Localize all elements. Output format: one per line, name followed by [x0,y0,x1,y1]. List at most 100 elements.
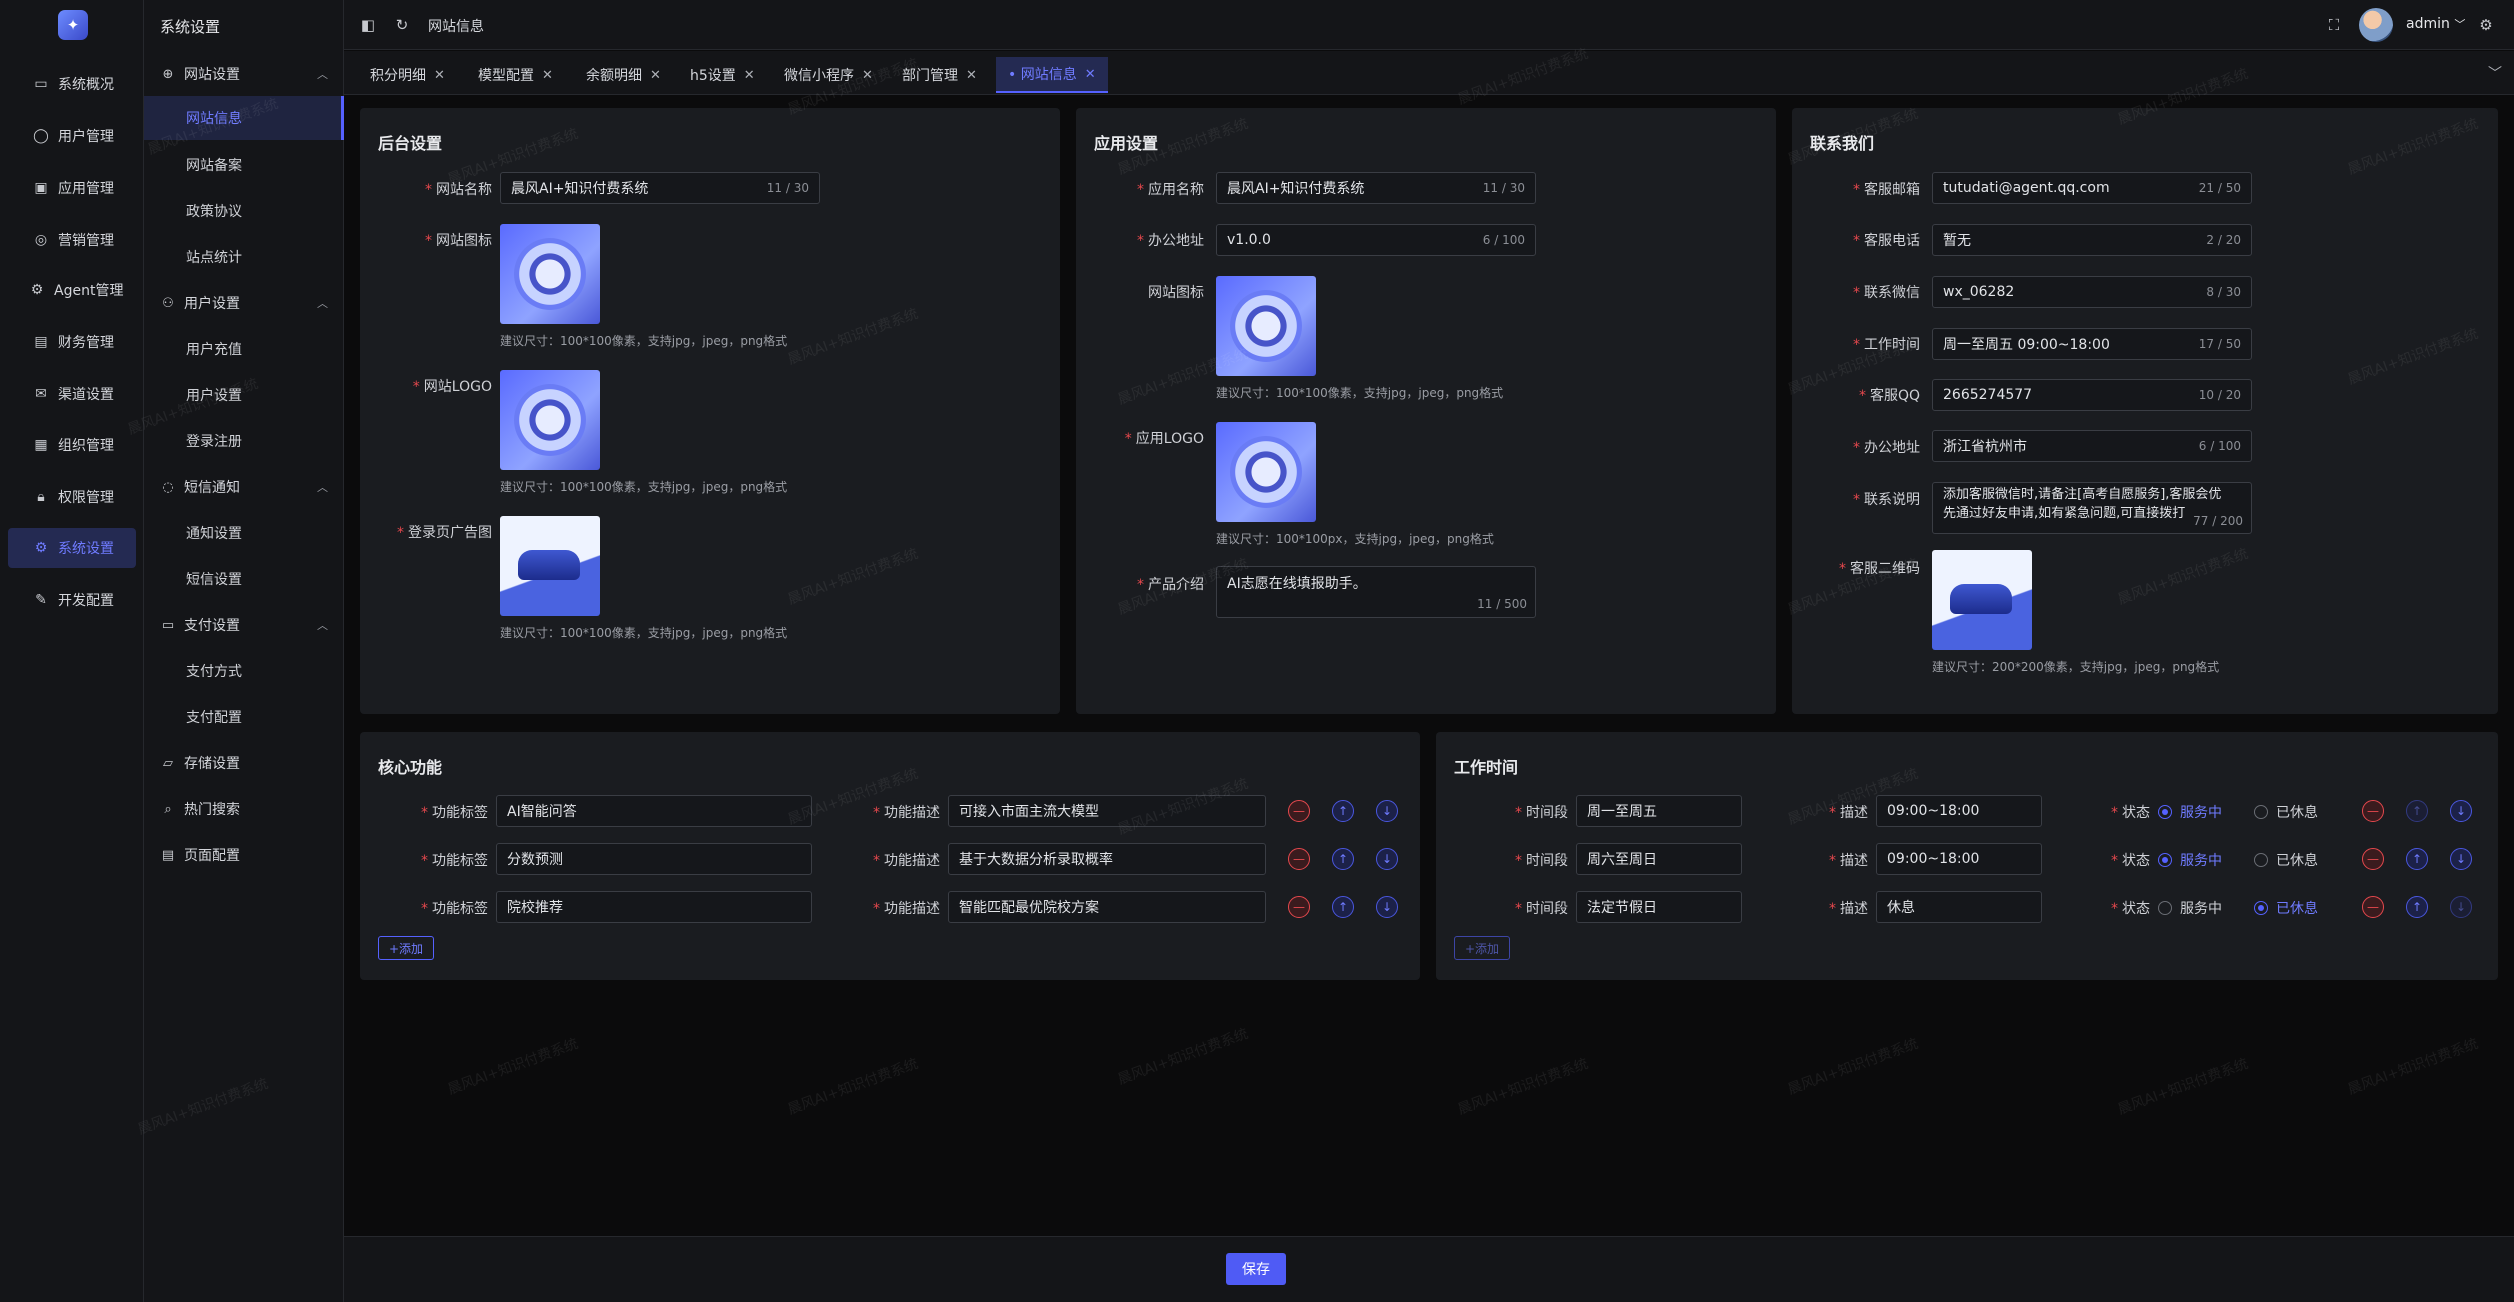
status-off-radio[interactable]: 已休息 [2254,898,2318,918]
rail-item-agent[interactable]: ⚙ Agent管理 [8,270,136,310]
tab-h5-settings[interactable]: h5设置 ✕ [678,57,767,93]
app-name-input[interactable]: 晨风AI+知识付费系统 11 / 30 [1216,172,1536,204]
move-down-icon[interactable]: ↓ [1376,800,1398,822]
login-ad-upload[interactable] [500,516,600,616]
feature-tag-input[interactable]: 院校推荐 [496,891,812,923]
submenu-item-pay-config[interactable]: 支付配置 [144,695,344,739]
close-icon[interactable]: ✕ [542,68,553,83]
move-down-icon[interactable]: ↓ [2450,848,2472,870]
collapse-sidebar-icon[interactable]: ◧ [358,15,378,35]
service-qq-input[interactable]: 2665274577 10 / 20 [1932,379,2252,411]
period-input[interactable]: 周一至周五 [1576,795,1742,827]
office-address-input[interactable]: 浙江省杭州市 6 / 100 [1932,430,2252,462]
user-menu[interactable]: admin ﹀ [2406,16,2465,32]
work-hours-input[interactable]: 周一至周五 09:00~18:00 17 / 50 [1932,328,2252,360]
rail-item-permissions[interactable]: 🔒︎ 权限管理 [8,477,136,517]
submenu-item-site-info[interactable]: 网站信息 [144,96,344,140]
submenu-group-storage[interactable]: ▱ 存储设置 [144,743,344,783]
settings-icon[interactable]: ⚙ [2476,15,2496,35]
move-down-icon[interactable]: ↓ [1376,848,1398,870]
submenu-item-site-record[interactable]: 网站备案 [144,143,344,187]
submenu-item-stats[interactable]: 站点统计 [144,235,344,279]
status-off-radio[interactable]: 已休息 [2254,802,2318,822]
service-email-input[interactable]: tutudati@agent.qq.com 21 / 50 [1932,172,2252,204]
close-icon[interactable]: ✕ [966,68,977,83]
site-icon-upload[interactable] [500,224,600,324]
save-button[interactable]: 保存 [1226,1253,1286,1285]
tab-model-config[interactable]: 模型配置 ✕ [466,57,565,93]
feature-tag-input[interactable]: 分数预测 [496,843,812,875]
feature-desc-input[interactable]: 可接入市面主流大模型 [948,795,1266,827]
feature-tag-input[interactable]: AI智能问答 [496,795,812,827]
period-desc-input[interactable]: 09:00~18:00 [1876,795,2042,827]
rail-item-overview[interactable]: ▭ 系统概况 [8,64,136,104]
app-logo-upload[interactable] [1216,422,1316,522]
service-phone-input[interactable]: 暂无 2 / 20 [1932,224,2252,256]
period-input[interactable]: 周六至周日 [1576,843,1742,875]
close-icon[interactable]: ✕ [650,68,661,83]
remove-row-icon[interactable]: — [1288,800,1310,822]
submenu-group-pay[interactable]: ▭ 支付设置 ︿ [144,605,344,645]
move-up-icon[interactable]: ↑ [2406,896,2428,918]
submenu-group-site[interactable]: ⊕ 网站设置 ︿ [144,54,344,94]
tab-site-info[interactable]: • 网站信息 ✕ [996,57,1108,93]
submenu-item-sms-settings[interactable]: 短信设置 [144,557,344,601]
remove-row-icon[interactable]: — [1288,848,1310,870]
rail-item-org[interactable]: ▦ 组织管理 [8,425,136,465]
remove-row-icon[interactable]: — [2362,848,2384,870]
submenu-item-user-settings[interactable]: 用户设置 [144,373,344,417]
tab-department[interactable]: 部门管理 ✕ [890,57,989,93]
wechat-input[interactable]: wx_06282 8 / 30 [1932,276,2252,308]
rail-item-dev-config[interactable]: ✎ 开发配置 [8,580,136,620]
remove-row-icon[interactable]: — [2362,896,2384,918]
avatar[interactable] [2359,8,2393,42]
submenu-group-search[interactable]: ⌕ 热门搜索 [144,789,344,829]
app-logo-icon[interactable]: ✦ [58,10,88,40]
rail-item-users[interactable]: ◯ 用户管理 [8,116,136,156]
qrcode-upload[interactable] [1932,550,2032,650]
move-down-icon[interactable]: ↓ [2450,800,2472,822]
submenu-item-policy[interactable]: 政策协议 [144,189,344,233]
rail-item-system-settings[interactable]: ⚙ 系统设置 [8,528,136,568]
rail-item-apps[interactable]: ▣ 应用管理 [8,168,136,208]
close-icon[interactable]: ✕ [862,68,873,83]
remove-row-icon[interactable]: — [1288,896,1310,918]
add-feature-button[interactable]: +添加 [378,936,435,960]
move-up-icon[interactable]: ↑ [2406,848,2428,870]
chevron-down-icon[interactable]: ﹀ [2488,63,2502,83]
close-icon[interactable]: ✕ [744,68,755,83]
rail-item-finance[interactable]: ▤ 财务管理 [8,322,136,362]
product-intro-textarea[interactable]: AI志愿在线填报助手。 11 / 500 [1216,566,1536,618]
period-desc-input[interactable]: 09:00~18:00 [1876,843,2042,875]
move-down-icon[interactable]: ↓ [2450,896,2472,918]
submenu-item-pay-method[interactable]: 支付方式 [144,649,344,693]
move-up-icon[interactable]: ↑ [1332,896,1354,918]
move-down-icon[interactable]: ↓ [1376,896,1398,918]
submenu-group-sms[interactable]: ◌ 短信通知 ︿ [144,467,344,507]
status-on-radio[interactable]: 服务中 [2158,802,2222,822]
close-icon[interactable]: ✕ [1085,67,1096,82]
tab-balance-detail[interactable]: 余额明细 ✕ [574,57,673,93]
contact-note-textarea[interactable]: 添加客服微信时,请备注[高考自愿服务],客服会优先通过好友申请,如有紧急问题,可… [1932,482,2252,534]
site-name-input[interactable]: 晨风AI+知识付费系统 11 / 30 [500,172,820,204]
app-icon-upload[interactable] [1216,276,1316,376]
submenu-item-login[interactable]: 登录注册 [144,419,344,463]
submenu-group-page[interactable]: ▤ 页面配置 [144,835,344,875]
move-up-icon[interactable]: ↑ [1332,800,1354,822]
feature-desc-input[interactable]: 基于大数据分析录取概率 [948,843,1266,875]
status-off-radio[interactable]: 已休息 [2254,850,2318,870]
site-logo-upload[interactable] [500,370,600,470]
submenu-group-user[interactable]: ⚇ 用户设置 ︿ [144,283,344,323]
rail-item-channels[interactable]: ✉ 渠道设置 [8,374,136,414]
tab-wechat-miniprogram[interactable]: 微信小程序 ✕ [772,57,885,93]
remove-row-icon[interactable]: — [2362,800,2384,822]
submenu-item-notify[interactable]: 通知设置 [144,511,344,555]
submenu-item-recharge[interactable]: 用户充值 [144,327,344,371]
refresh-icon[interactable]: ↻ [392,15,412,35]
fullscreen-icon[interactable]: ⛶ [2324,15,2344,35]
feature-desc-input[interactable]: 智能匹配最优院校方案 [948,891,1266,923]
move-up-icon[interactable]: ↑ [2406,800,2428,822]
move-up-icon[interactable]: ↑ [1332,848,1354,870]
period-input[interactable]: 法定节假日 [1576,891,1742,923]
period-desc-input[interactable]: 休息 [1876,891,2042,923]
